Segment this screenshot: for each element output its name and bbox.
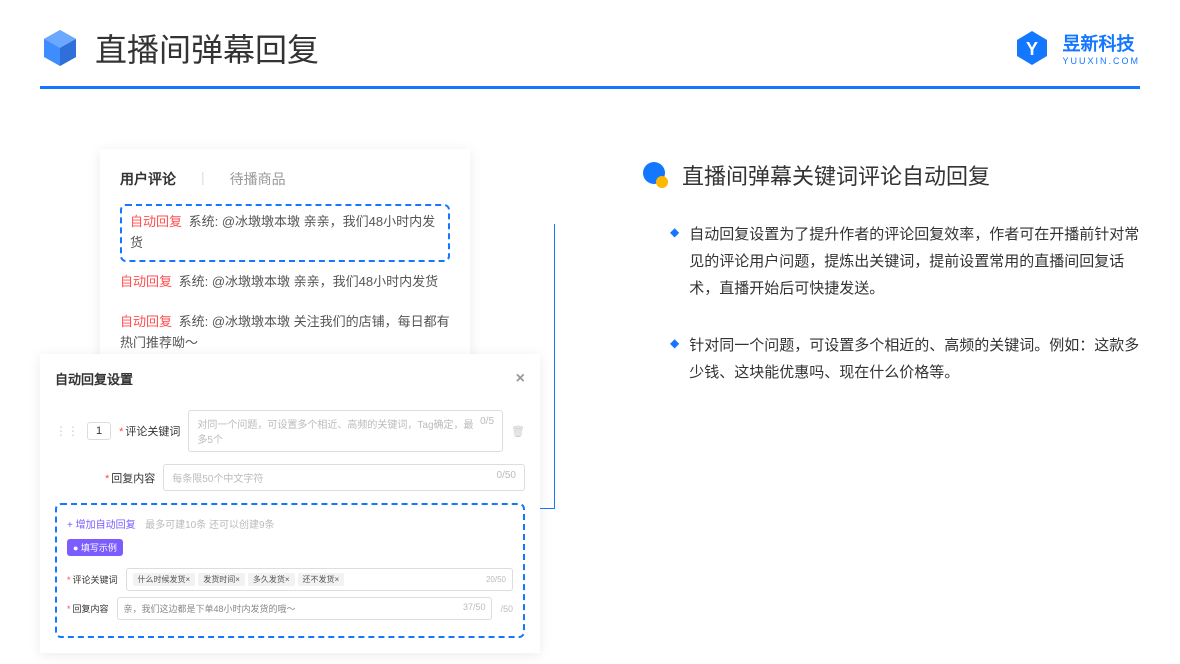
drag-handle-icon[interactable]: ⋮⋮ bbox=[55, 424, 79, 438]
tabs: 用户评论 | 待播商品 bbox=[120, 169, 450, 189]
counter: 37/50 bbox=[463, 602, 486, 615]
auto-reply-label: 自动回复 bbox=[130, 214, 182, 229]
bullet-item: ◆ 自动回复设置为了提升作者的评论回复效率，作者可在开播前针对常见的评论用户问题… bbox=[640, 221, 1140, 302]
tag[interactable]: 多久发货× bbox=[248, 573, 295, 586]
brand-text: 昱新科技 YUUXIN.COM bbox=[1062, 30, 1140, 66]
counter: 0/5 bbox=[480, 416, 494, 446]
comment-text: 系统: @冰墩墩本墩 亲亲，我们48小时内发货 bbox=[179, 274, 439, 289]
placeholder: 每条限50个中文字符 bbox=[172, 470, 263, 485]
counter: 0/50 bbox=[497, 470, 516, 485]
bullet-text: 针对同一个问题，可设置多个相近的、高频的关键词。例如：这款多少钱、这块能优惠吗、… bbox=[689, 332, 1140, 386]
bullet-text: 自动回复设置为了提升作者的评论回复效率，作者可在开播前针对常见的评论用户问题，提… bbox=[689, 221, 1140, 302]
brand-sub: YUUXIN.COM bbox=[1062, 56, 1140, 66]
bubble-icon bbox=[640, 160, 670, 190]
cube-icon bbox=[40, 28, 80, 68]
diamond-icon: ◆ bbox=[670, 225, 679, 302]
section-header: 直播间弹幕关键词评论自动回复 bbox=[640, 159, 1140, 191]
page-title: 直播间弹幕回复 bbox=[95, 25, 319, 71]
diamond-icon: ◆ bbox=[670, 336, 679, 386]
tag[interactable]: 发货时间× bbox=[198, 573, 245, 586]
tab-comments[interactable]: 用户评论 bbox=[120, 169, 176, 189]
ex-content-label: *回复内容 bbox=[67, 602, 109, 615]
header-left: 直播间弹幕回复 bbox=[40, 25, 319, 71]
add-hint: 最多可建10条 还可以创建9条 bbox=[145, 520, 274, 531]
content-text: 亲，我们这边都是下单48小时内发货的哦～ bbox=[124, 602, 296, 615]
tag[interactable]: 还不发货× bbox=[298, 573, 345, 586]
counter: 20/50 bbox=[486, 575, 506, 584]
settings-title: 自动回复设置 bbox=[55, 369, 133, 388]
example-keyword-input[interactable]: 什么时候发货× 发货时间× 多久发货× 还不发货× 20/50 bbox=[126, 568, 513, 591]
tag[interactable]: 什么时候发货× bbox=[133, 573, 196, 586]
settings-header: 自动回复设置 × bbox=[55, 369, 525, 398]
add-auto-reply-link[interactable]: + 增加自动回复 bbox=[67, 520, 136, 531]
keyword-label: *评论关键词 bbox=[119, 423, 180, 439]
bullet-item: ◆ 针对同一个问题，可设置多个相近的、高频的关键词。例如：这款多少钱、这块能优惠… bbox=[640, 332, 1140, 386]
highlight-row: 自动回复 系统: @冰墩墩本墩 亲亲，我们48小时内发货 bbox=[120, 204, 450, 262]
placeholder: 对同一个问题，可设置多个相近、高频的关键词，Tag确定，最多5个 bbox=[197, 416, 480, 446]
ex-keyword-label: *评论关键词 bbox=[67, 573, 118, 586]
tab-products[interactable]: 待播商品 bbox=[230, 169, 286, 189]
auto-reply-label: 自动回复 bbox=[120, 274, 172, 289]
svg-text:Y: Y bbox=[1026, 39, 1038, 59]
right-panel: 直播间弹幕关键词评论自动回复 ◆ 自动回复设置为了提升作者的评论回复效率，作者可… bbox=[560, 149, 1140, 416]
keyword-input[interactable]: 对同一个问题，可设置多个相近、高频的关键词，Tag确定，最多5个 0/5 bbox=[188, 410, 503, 452]
left-panel: 用户评论 | 待播商品 自动回复 系统: @冰墩墩本墩 亲亲，我们48小时内发货… bbox=[40, 149, 560, 416]
example-keyword-row: *评论关键词 什么时候发货× 发货时间× 多久发货× 还不发货× 20/50 bbox=[67, 568, 513, 591]
example-content-row: *回复内容 亲，我们这边都是下单48小时内发货的哦～ 37/50 /50 bbox=[67, 597, 513, 620]
form-row-keyword: ⋮⋮ 1 *评论关键词 对同一个问题，可设置多个相近、高频的关键词，Tag确定，… bbox=[55, 410, 525, 452]
row-number: 1 bbox=[87, 422, 111, 440]
comments-card: 用户评论 | 待播商品 自动回复 系统: @冰墩墩本墩 亲亲，我们48小时内发货… bbox=[100, 149, 470, 384]
delete-icon[interactable]: 🗑 bbox=[511, 425, 525, 438]
brand-main: 昱新科技 bbox=[1062, 30, 1140, 56]
comment-row: 自动回复 系统: @冰墩墩本墩 亲亲，我们48小时内发货 bbox=[130, 212, 440, 254]
example-section: + 增加自动回复 最多可建10条 还可以创建9条 ● 填写示例 *评论关键词 什… bbox=[55, 503, 525, 638]
section-title: 直播间弹幕关键词评论自动回复 bbox=[682, 159, 990, 191]
auto-reply-label: 自动回复 bbox=[120, 314, 172, 329]
header: 直播间弹幕回复 Y 昱新科技 YUUXIN.COM bbox=[0, 0, 1180, 86]
settings-card: 自动回复设置 × ⋮⋮ 1 *评论关键词 对同一个问题，可设置多个相近、高频的关… bbox=[40, 354, 540, 653]
outer-counter: /50 bbox=[500, 604, 513, 614]
content-label: *回复内容 bbox=[105, 470, 155, 486]
example-content-input[interactable]: 亲，我们这边都是下单48小时内发货的哦～ 37/50 bbox=[117, 597, 493, 620]
tab-divider: | bbox=[201, 169, 205, 189]
close-icon[interactable]: × bbox=[516, 370, 525, 388]
comment-row: 自动回复 系统: @冰墩墩本墩 亲亲，我们48小时内发货 bbox=[120, 262, 450, 303]
example-badge: ● 填写示例 bbox=[67, 539, 123, 556]
form-row-content: *回复内容 每条限50个中文字符 0/50 bbox=[55, 464, 525, 491]
content-input[interactable]: 每条限50个中文字符 0/50 bbox=[163, 464, 525, 491]
brand-icon: Y bbox=[1012, 28, 1052, 68]
header-right: Y 昱新科技 YUUXIN.COM bbox=[1012, 28, 1140, 68]
